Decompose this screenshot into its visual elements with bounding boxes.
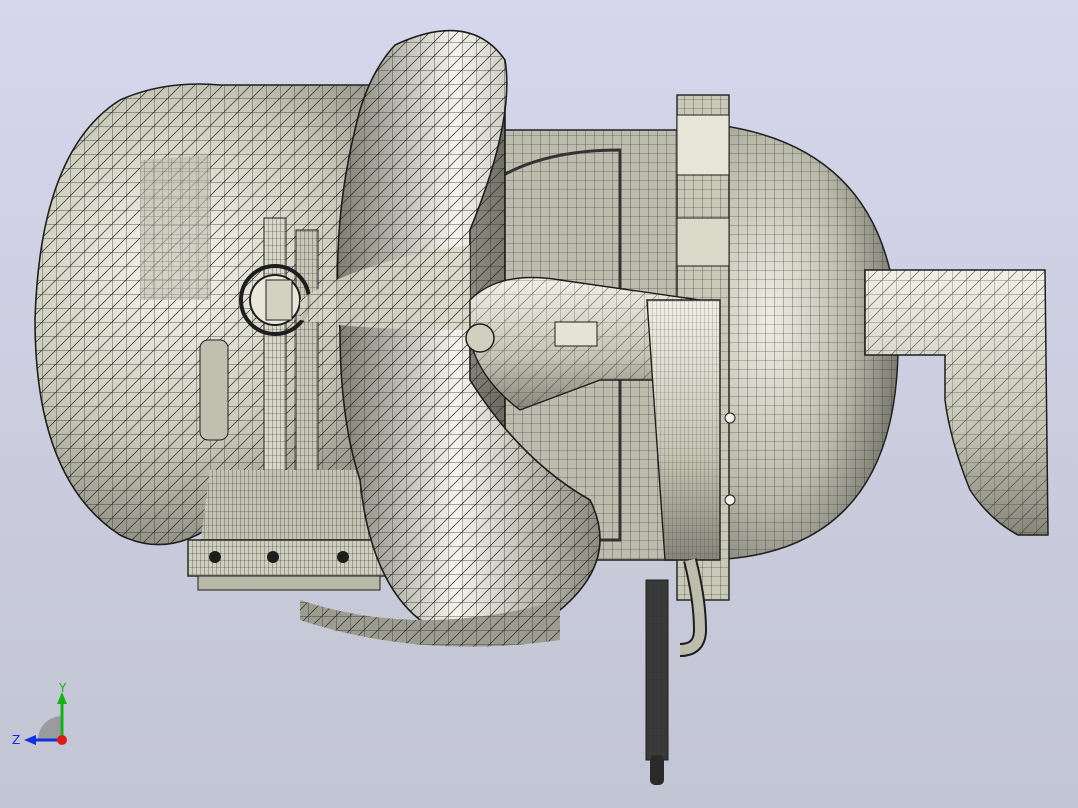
bolt-hole-icon <box>337 551 349 563</box>
knob-icon <box>465 323 495 353</box>
bolt-hole-icon <box>267 551 279 563</box>
y-axis-label: Y <box>58 682 67 695</box>
z-axis-label: Z <box>12 733 20 747</box>
axis-triad: Y Z <box>12 682 67 747</box>
3d-viewport[interactable]: Y Z <box>0 0 1078 808</box>
bolt-hole-icon <box>209 551 221 563</box>
hanging-hose <box>645 558 708 785</box>
base-flange <box>187 470 389 591</box>
x-axis-dot <box>57 735 67 745</box>
label-plate <box>554 321 598 347</box>
z-axis-arrowhead <box>24 735 36 745</box>
model-render[interactable] <box>0 0 1078 808</box>
